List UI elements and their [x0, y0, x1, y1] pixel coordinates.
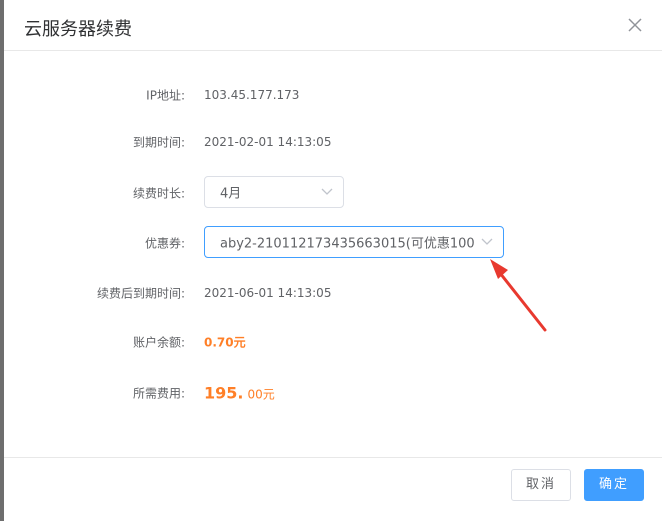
expire-row: 到期时间: 2021-02-01 14:13:05 — [4, 125, 662, 159]
chevron-down-icon — [481, 238, 493, 245]
ip-value: 103.45.177.173 — [204, 88, 300, 102]
coupon-select[interactable]: aby2-210112173435663015(可优惠100.0( — [204, 226, 504, 258]
balance-value: 0.70元 — [204, 335, 246, 350]
period-select[interactable]: 4月 — [204, 176, 344, 208]
close-icon[interactable] — [626, 16, 644, 34]
dialog-footer: 取消 确定 — [4, 457, 662, 521]
balance-label: 账户余额: — [132, 335, 185, 350]
balance-row: 账户余额: 0.70元 — [4, 325, 662, 359]
cost-value: 195. 00元 — [204, 384, 275, 403]
coupon-label: 优惠券: — [144, 236, 185, 251]
cancel-button[interactable]: 取消 — [511, 469, 571, 501]
period-select-value: 4月 — [220, 186, 242, 202]
cost-value-main: 195. — [204, 383, 244, 403]
cost-label: 所需费用: — [132, 386, 185, 401]
new-expire-label: 续费后到期时间: — [96, 286, 185, 301]
cost-value-cents: 00元 — [247, 387, 275, 402]
chevron-down-icon — [321, 188, 333, 195]
ip-label: IP地址: — [146, 88, 185, 103]
dialog-title: 云服务器续费 — [24, 19, 132, 40]
new-expire-value: 2021-06-01 14:13:05 — [204, 286, 332, 300]
cost-row: 所需费用: 195. 00元 — [4, 376, 662, 410]
renew-dialog: 云服务器续费 IP地址: 103.45.177.173 到期时间: 2021-0… — [4, 0, 662, 521]
expire-value: 2021-02-01 14:13:05 — [204, 135, 332, 149]
ip-row: IP地址: 103.45.177.173 — [4, 78, 662, 112]
coupon-row: 优惠券: aby2-210112173435663015(可优惠100.0( — [4, 226, 662, 260]
period-label: 续费时长: — [132, 186, 185, 201]
expire-label: 到期时间: — [132, 135, 185, 150]
confirm-button[interactable]: 确定 — [584, 469, 644, 501]
period-row: 续费时长: 4月 — [4, 176, 662, 210]
dialog-header: 云服务器续费 — [4, 0, 662, 51]
new-expire-row: 续费后到期时间: 2021-06-01 14:13:05 — [4, 276, 662, 310]
annotation-arrow-icon — [490, 259, 547, 332]
coupon-select-value: aby2-210112173435663015(可优惠100.0( — [220, 236, 476, 252]
